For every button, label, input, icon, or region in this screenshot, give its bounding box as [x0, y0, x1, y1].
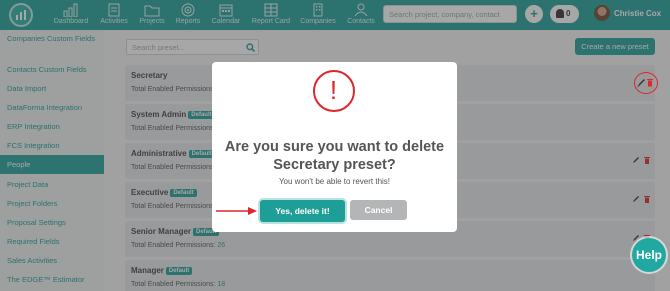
dialog-title-line2: Secretary preset?	[273, 157, 396, 173]
confirm-delete-button[interactable]: Yes, delete it!	[260, 200, 345, 222]
dialog-subtitle: You won't be able to revert this!	[278, 177, 391, 186]
annotation-arrow	[216, 207, 257, 215]
exclamation-icon: !	[313, 70, 355, 112]
help-button[interactable]: Help	[632, 238, 666, 272]
dialog-title: Are you sure you want to delete Secretar…	[212, 138, 457, 174]
dialog-title-line1: Are you sure you want to delete	[224, 139, 445, 155]
secretary-delete-icon[interactable]	[637, 77, 655, 89]
cancel-button[interactable]: Cancel	[350, 200, 407, 220]
